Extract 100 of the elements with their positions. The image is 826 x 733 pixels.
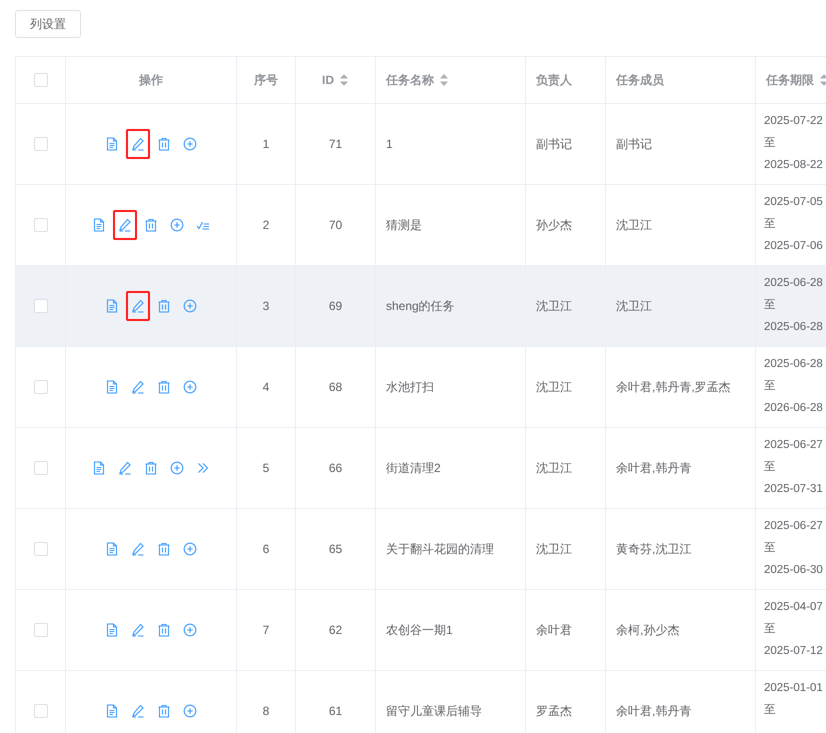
period-text: 2025-01-01 [764,681,824,696]
document-icon[interactable] [92,461,106,475]
owner-name: 罗孟杰 [536,704,572,718]
row-number: 3 [262,299,270,313]
row-checkbox[interactable] [34,542,48,556]
document-icon[interactable] [105,542,119,556]
column-header: 操作 [139,72,163,88]
trash-icon[interactable] [144,218,158,232]
period-text: 至 [764,379,777,394]
trash-icon[interactable] [157,380,171,394]
task-name: 猜测是 [386,218,422,232]
plus-circle-icon[interactable] [183,380,197,394]
plus-circle-icon[interactable] [183,623,197,637]
period-text: 2025-07-12 [764,644,824,659]
pencil-icon[interactable] [131,299,145,313]
row-number: 5 [262,461,270,475]
trash-icon[interactable] [157,704,171,718]
period-text: 至 [764,460,777,475]
period-text: 至 [764,541,777,556]
plus-circle-icon[interactable] [183,137,197,151]
pencil-icon[interactable] [131,380,145,394]
member-names: 沈卫江 [616,298,652,312]
row-checkbox[interactable] [34,218,48,232]
row-checkbox[interactable] [34,461,48,476]
column-header: 负责人 [536,72,572,88]
plus-circle-icon[interactable] [183,299,197,313]
trash-icon[interactable] [157,542,171,556]
task-name: 水池打扫 [386,380,434,394]
row-checkbox[interactable] [34,380,48,394]
row-number: 6 [262,542,270,556]
column-header: 序号 [254,72,278,88]
plus-circle-icon[interactable] [183,704,197,718]
member-names: 余叶君,韩丹青 [616,704,692,718]
trash-icon[interactable] [157,623,171,637]
trash-icon[interactable] [157,299,171,313]
id-cell: 65 [328,542,342,556]
pencil-icon[interactable] [131,704,145,718]
member-names: 余叶君,韩丹青,罗孟杰 [616,380,731,394]
sort-icon[interactable] [339,73,349,87]
period-text: 2025-08-22 [764,158,824,173]
document-icon[interactable] [105,137,119,151]
trash-icon[interactable] [157,137,171,151]
row-number: 1 [262,137,270,151]
pencil-icon[interactable] [131,623,145,637]
row-checkbox[interactable] [34,137,48,152]
pencil-icon[interactable] [131,542,145,556]
id-cell: 62 [328,623,342,637]
period-text: 2025-06-27 [764,438,824,453]
owner-name: 沈卫江 [536,298,572,312]
period-text: 2025-07-22 [764,114,824,129]
double-chevron-icon[interactable] [196,461,210,475]
plus-circle-icon[interactable] [183,542,197,556]
period-text: 至 [764,136,777,151]
owner-name: 沈卫江 [536,542,572,556]
plus-circle-icon[interactable] [170,218,184,232]
document-icon[interactable] [92,218,106,232]
period-text: 2025-06-28 [764,320,824,335]
period-text: 2025-06-30 [764,563,824,578]
id-cell: 69 [328,299,342,313]
trash-icon[interactable] [144,461,158,475]
sort-icon[interactable] [439,73,449,87]
plus-circle-icon[interactable] [170,461,184,475]
task-name: 街道清理2 [386,460,441,474]
owner-name: 沈卫江 [536,380,572,394]
task-name: sheng的任务 [386,298,455,312]
member-names: 余柯,孙少杰 [616,622,680,636]
id-cell: 71 [328,137,342,151]
column-settings-button[interactable]: 列设置 [15,10,81,38]
document-icon[interactable] [105,704,119,718]
owner-name: 孙少杰 [536,218,572,232]
member-names: 沈卫江 [616,218,652,232]
row-checkbox[interactable] [34,299,48,314]
row-number: 4 [262,380,270,394]
column-header: 任务名称 [386,72,434,88]
period-text: 至 [764,298,777,313]
document-icon[interactable] [105,299,119,313]
pencil-icon[interactable] [118,218,132,232]
pencil-icon[interactable] [118,461,132,475]
task-name: 留守儿童课后辅导 [386,704,482,718]
period-text: 至 [764,217,777,232]
owner-name: 余叶君 [536,622,572,636]
document-icon[interactable] [105,623,119,637]
member-names: 黄奇芬,沈卫江 [616,542,692,556]
row-checkbox[interactable] [34,623,48,638]
task-name: 关于翻斗花园的清理 [386,542,494,556]
period-text: 2025-06-27 [764,519,824,534]
pencil-icon[interactable] [131,137,145,151]
column-header: ID [322,73,334,87]
sort-icon[interactable] [819,73,826,87]
row-number: 8 [262,704,270,718]
period-text: 2025-07-05 [764,195,824,210]
id-cell: 66 [328,461,342,475]
select-all-checkbox[interactable] [34,73,48,88]
period-text: 2025-04-07 [764,600,824,615]
period-text: 2025-06-28 [764,276,824,291]
period-text: 2025-07-31 [764,482,824,497]
period-text: 2025-07-06 [764,239,824,254]
document-icon[interactable] [105,380,119,394]
owner-name: 沈卫江 [536,460,572,474]
row-checkbox[interactable] [34,704,48,718]
